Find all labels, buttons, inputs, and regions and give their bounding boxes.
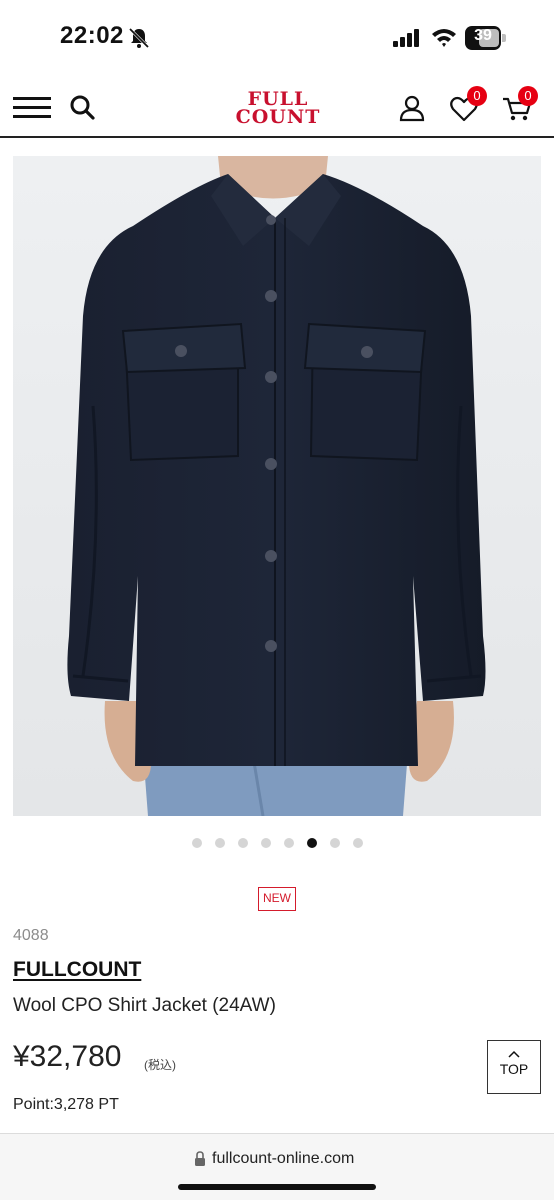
battery-level-text: 39	[474, 27, 492, 44]
carousel-dot[interactable]	[260, 838, 271, 848]
points-info: Point:3,278 PT	[13, 1096, 119, 1113]
product-image[interactable]	[13, 156, 541, 816]
carousel-dots	[0, 838, 554, 852]
carousel-dot[interactable]	[237, 838, 248, 848]
signal-icon	[393, 29, 419, 47]
product-name: Wool CPO Shirt Jacket (24AW)	[13, 995, 276, 1016]
chevron-up-icon	[508, 1050, 520, 1058]
logo-line-2: COUNT	[235, 106, 321, 128]
home-indicator	[178, 1184, 376, 1190]
carousel-dot[interactable]	[214, 838, 225, 848]
carousel-dot[interactable]	[306, 838, 317, 848]
carousel-dot[interactable]	[329, 838, 340, 848]
wifi-icon	[432, 29, 456, 47]
new-badge: NEW	[258, 887, 296, 911]
browser-url-bar: fullcount-online.com	[0, 1133, 554, 1200]
carousel-dot[interactable]	[191, 838, 202, 848]
search-icon[interactable]	[69, 94, 95, 120]
bell-slash-icon	[128, 27, 150, 49]
lock-icon	[195, 1151, 205, 1166]
favorites-count-badge: 0	[467, 86, 487, 106]
url-text[interactable]: fullcount-online.com	[212, 1150, 354, 1168]
carousel-dot[interactable]	[283, 838, 294, 848]
product-code: 4088	[13, 927, 49, 944]
user-icon[interactable]	[398, 94, 426, 122]
site-header: FULL COUNT 0 0	[0, 78, 554, 138]
cart-count-badge: 0	[518, 86, 538, 106]
scroll-to-top-button[interactable]: TOP	[487, 1040, 541, 1094]
carousel-dot[interactable]	[352, 838, 363, 848]
menu-icon[interactable]	[13, 95, 53, 119]
status-time: 22:02	[60, 22, 124, 49]
brand-link[interactable]: FULLCOUNT	[13, 958, 141, 982]
product-price: ¥32,780	[13, 1040, 122, 1073]
status-bar: 22:02 39	[0, 0, 554, 78]
battery-icon: 39	[465, 26, 507, 50]
fullcount-logo[interactable]: FULL COUNT	[226, 90, 330, 130]
tax-note: (税込)	[144, 1058, 176, 1072]
top-button-label: TOP	[499, 1061, 529, 1077]
